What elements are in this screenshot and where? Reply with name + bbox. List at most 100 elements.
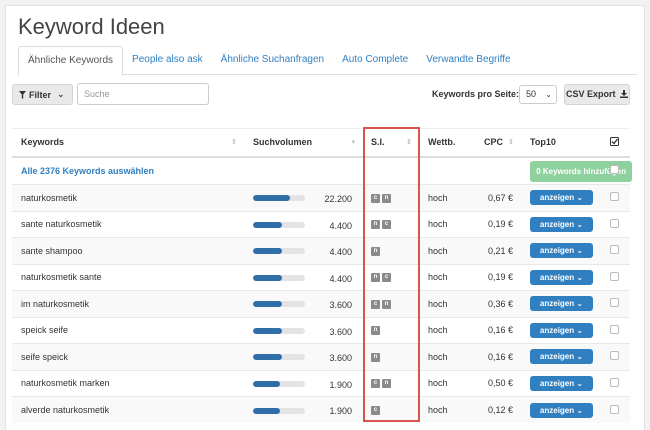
volume-bar xyxy=(253,327,305,334)
top10-cell: anzeigen ⌄ xyxy=(521,316,601,344)
chevron-down-icon: ⌄ xyxy=(576,325,584,335)
show-top10-button[interactable]: anzeigen ⌄ xyxy=(530,375,593,391)
per-page-label: Keywords pro Seite: xyxy=(432,89,520,99)
competition-cell: hoch xyxy=(419,290,475,317)
volume-cell: 4.400 xyxy=(244,263,362,291)
volume-bar xyxy=(253,221,305,228)
row-checkbox[interactable] xyxy=(610,218,619,228)
volume-bar-fill xyxy=(253,327,282,334)
cpc-cell: 0,16 € xyxy=(475,343,521,370)
volume-cell: 4.400 xyxy=(244,237,362,264)
show-top10-button[interactable]: anzeigen ⌄ xyxy=(530,322,593,338)
chevron-down-icon: ⌄ xyxy=(576,378,584,388)
row-checkbox[interactable] xyxy=(610,192,619,202)
volume-cell: 1.900 xyxy=(244,396,362,423)
tab-aehnliche-keywords[interactable]: Ähnliche Keywords xyxy=(18,46,124,76)
tab-people-also-ask[interactable]: People also ask xyxy=(123,46,212,74)
row-checkbox[interactable] xyxy=(610,324,619,334)
chevron-down-icon: ⌄ xyxy=(576,272,584,282)
tab-verwandte-begriffe[interactable]: Verwandte Begriffe xyxy=(417,46,519,74)
volume-bar-fill xyxy=(253,221,283,228)
checkbox-checked-icon xyxy=(610,136,619,146)
top10-cell: anzeigen ⌄ xyxy=(521,184,601,211)
volume-value: 3.600 xyxy=(329,353,352,363)
show-top10-button[interactable]: anzeigen ⌄ xyxy=(530,269,593,285)
volume-value: 3.600 xyxy=(329,300,352,310)
competition-cell: hoch xyxy=(419,210,475,238)
filter-button[interactable]: Filter ⌄ xyxy=(12,84,73,105)
search-input[interactable] xyxy=(77,83,209,105)
keyword-cell: naturkosmetik xyxy=(12,184,244,211)
show-top10-button[interactable]: anzeigen ⌄ xyxy=(530,402,593,418)
cpc-cell: 0,21 € xyxy=(475,237,521,264)
select-cell xyxy=(601,184,630,211)
competition-cell: hoch xyxy=(419,237,475,264)
select-cell xyxy=(601,290,630,317)
competition-cell: hoch xyxy=(419,396,475,423)
top10-cell: anzeigen ⌄ xyxy=(521,396,601,423)
table-row: seife speick 3.600 n hoch 0,16 € anzeigen ⌄ xyxy=(12,343,630,370)
cpc-cell: 0,50 € xyxy=(475,369,521,397)
row-checkbox[interactable] xyxy=(610,404,619,414)
per-page-value: 50 xyxy=(526,89,537,99)
volume-bar xyxy=(253,274,305,281)
cpc-cell: 0,16 € xyxy=(475,316,521,344)
csv-export-button[interactable]: CSV Export xyxy=(564,84,630,105)
cpc-cell: 0,19 € xyxy=(475,210,521,238)
table-row: naturkosmetik 22.200 c n hoch 0,67 € anzeigen … xyxy=(12,184,630,211)
select-cell xyxy=(601,237,630,264)
select-cell xyxy=(601,210,630,238)
keyword-cell: im naturkosmetik xyxy=(12,290,244,317)
row-checkbox[interactable] xyxy=(610,351,619,361)
col-header-volume[interactable]: Suchvolumen ▾ xyxy=(244,128,362,158)
col-header-cpc[interactable]: CPC ⇕ xyxy=(475,128,521,158)
select-cell xyxy=(601,343,630,370)
volume-value: 4.400 xyxy=(329,247,352,257)
cpc-cell: 0,12 € xyxy=(475,396,521,423)
tab-aehnliche-suchanfragen[interactable]: Ähnliche Suchanfragen xyxy=(212,46,333,74)
table-row: im naturkosmetik 3.600 c n hoch 0,36 € anzeige… xyxy=(12,290,630,317)
top10-cell: anzeigen ⌄ xyxy=(521,237,601,264)
filter-icon xyxy=(19,90,26,99)
col-header-keywords[interactable]: Keywords ⇕ xyxy=(12,128,244,158)
top10-cell: anzeigen ⌄ xyxy=(521,210,601,238)
sort-icon: ⇕ xyxy=(508,139,514,146)
volume-value: 4.400 xyxy=(329,273,352,284)
show-top10-button[interactable]: anzeigen ⌄ xyxy=(530,296,593,312)
show-top10-button[interactable]: anzeigen ⌄ xyxy=(530,216,593,232)
competition-cell: hoch xyxy=(419,316,475,344)
filter-label: Filter xyxy=(29,89,52,100)
keyword-cell: naturkosmetik marken xyxy=(12,369,244,397)
volume-bar xyxy=(253,407,305,414)
show-top10-button[interactable]: anzeigen ⌄ xyxy=(530,243,593,259)
row-checkbox[interactable] xyxy=(610,298,619,308)
cpc-cell: 0,19 € xyxy=(475,263,521,291)
cpc-cell: 0,36 € xyxy=(475,290,521,317)
col-header-select[interactable] xyxy=(601,128,630,158)
volume-cell: 1.900 xyxy=(244,369,362,397)
volume-bar-fill xyxy=(253,380,281,387)
col-header-competition: Wettb. xyxy=(419,128,475,158)
per-page-select[interactable]: 50 ⌄ xyxy=(519,85,557,104)
volume-bar-fill xyxy=(253,195,291,202)
volume-value: 3.600 xyxy=(329,326,352,337)
chevron-down-icon: ⌄ xyxy=(576,299,584,309)
competition-cell: hoch xyxy=(419,343,475,370)
sort-down-icon: ▾ xyxy=(351,139,355,146)
show-top10-button[interactable]: anzeigen ⌄ xyxy=(530,190,593,206)
volume-bar-fill xyxy=(253,407,281,414)
volume-bar xyxy=(253,354,305,361)
select-all-link[interactable]: Alle 2376 Keywords auswählen xyxy=(21,166,154,176)
keyword-cell: naturkosmetik sante xyxy=(12,263,244,291)
row-checkbox[interactable] xyxy=(610,245,619,255)
select-cell xyxy=(601,396,630,423)
row-checkbox[interactable] xyxy=(610,271,619,281)
volume-bar xyxy=(253,380,305,387)
col-header-top10: Top10 xyxy=(521,128,601,158)
volume-bar xyxy=(253,248,305,255)
chevron-down-icon: ⌄ xyxy=(576,352,584,362)
row-checkbox[interactable] xyxy=(610,377,619,387)
show-top10-button[interactable]: anzeigen ⌄ xyxy=(530,349,593,365)
row-checkbox[interactable] xyxy=(610,165,619,175)
tab-auto-complete[interactable]: Auto Complete xyxy=(333,46,417,74)
